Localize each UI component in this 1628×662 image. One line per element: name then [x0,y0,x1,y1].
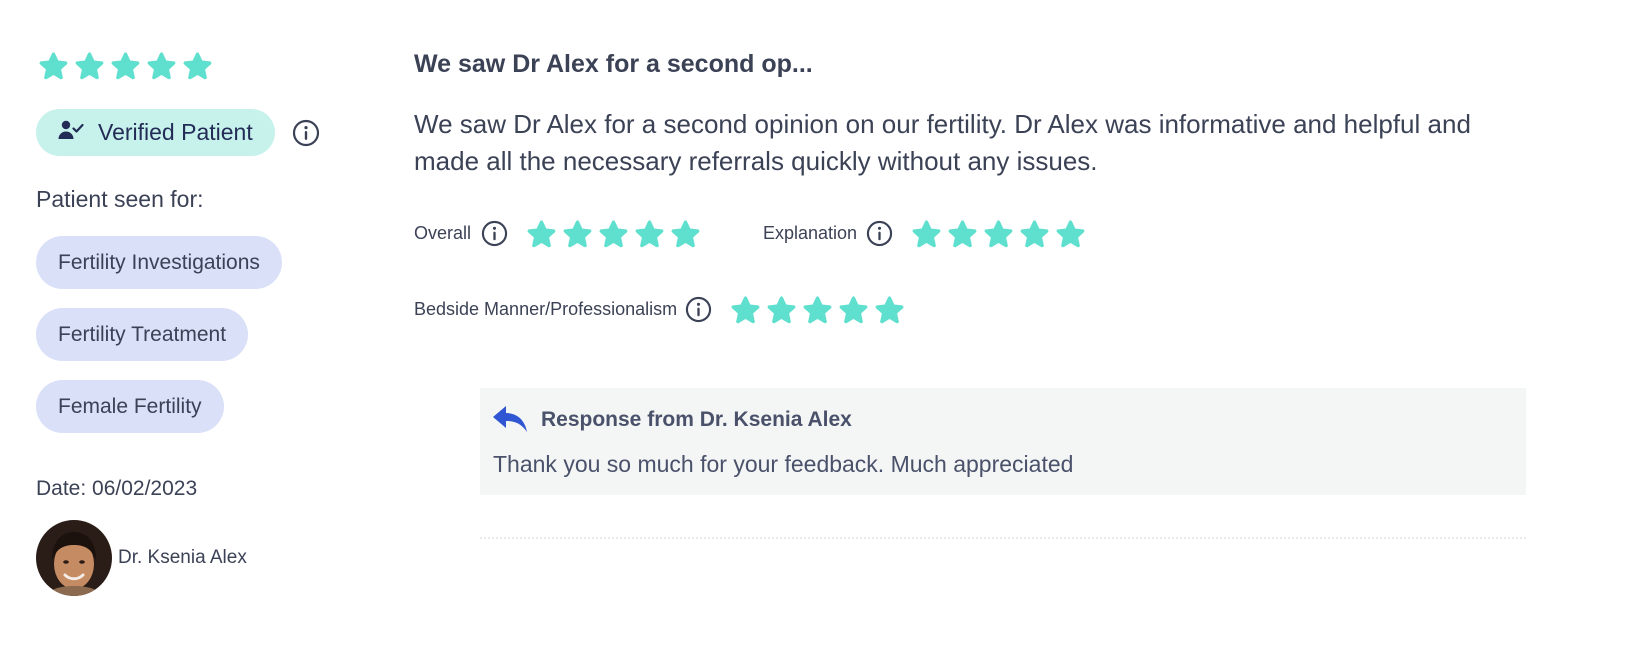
user-check-icon [58,119,84,146]
verified-patient-label: Verified Patient [98,119,253,145]
star-icon [562,218,593,249]
response-text: Thank you so much for your feedback. Muc… [493,451,1074,477]
doctor-info: Dr. Ksenia Alex [36,520,247,596]
star-rating [730,294,905,325]
star-icon [598,218,629,249]
star-icon [110,50,141,81]
star-icon [730,294,761,325]
star-icon [911,218,942,249]
star-icon [947,218,978,249]
star-icon [766,294,797,325]
verified-patient-badge: Verified Patient [36,109,275,156]
condition-tag: Fertility Investigations [36,236,282,289]
star-icon [634,218,665,249]
rating-overall: Overall [414,218,701,249]
star-icon [802,294,833,325]
star-icon [670,218,701,249]
info-icon[interactable] [866,220,893,247]
review-body: We saw Dr Alex for a second opinion on o… [414,109,1471,176]
star-icon [1019,218,1050,249]
response-title: Response from Dr. Ksenia Alex [541,408,852,431]
star-icon [38,50,69,81]
review-content: We saw Dr Alex for a second op... We saw… [414,0,1544,662]
condition-tag: Fertility Treatment [36,308,249,361]
condition-tag: Female Fertility [36,380,224,433]
review-date: Date: 06/02/2023 [36,477,198,500]
doctor-avatar [36,520,112,596]
doctor-response: Response from Dr. Ksenia Alex Thank you … [480,388,1526,495]
star-icon [526,218,557,249]
info-icon[interactable] [481,220,508,247]
star-icon [874,294,905,325]
review-divider [480,537,1526,539]
star-rating [911,218,1086,249]
rating-explanation: Explanation [763,218,1086,249]
verified-row: Verified Patient [36,109,320,156]
review-sidebar: Verified Patient Patient seen for: Ferti… [36,0,376,662]
rating-bedside-manner: Bedside Manner/Professionalism [414,294,905,325]
reply-arrow-icon [492,404,528,439]
info-icon[interactable] [685,296,712,323]
info-icon[interactable] [292,119,320,147]
rating-label: Bedside Manner/Professionalism [414,299,678,319]
star-icon [182,50,213,81]
review-title: We saw Dr Alex for a second op... [414,50,813,78]
rating-label: Explanation [763,223,858,243]
star-icon [146,50,177,81]
star-icon [983,218,1014,249]
star-icon [1055,218,1086,249]
star-rating [526,218,701,249]
star-icon [74,50,105,81]
doctor-name[interactable]: Dr. Ksenia Alex [118,547,247,569]
patient-seen-for-label: Patient seen for: [36,186,204,212]
star-icon [838,294,869,325]
overall-star-rating [38,50,213,81]
rating-label: Overall [414,223,472,243]
